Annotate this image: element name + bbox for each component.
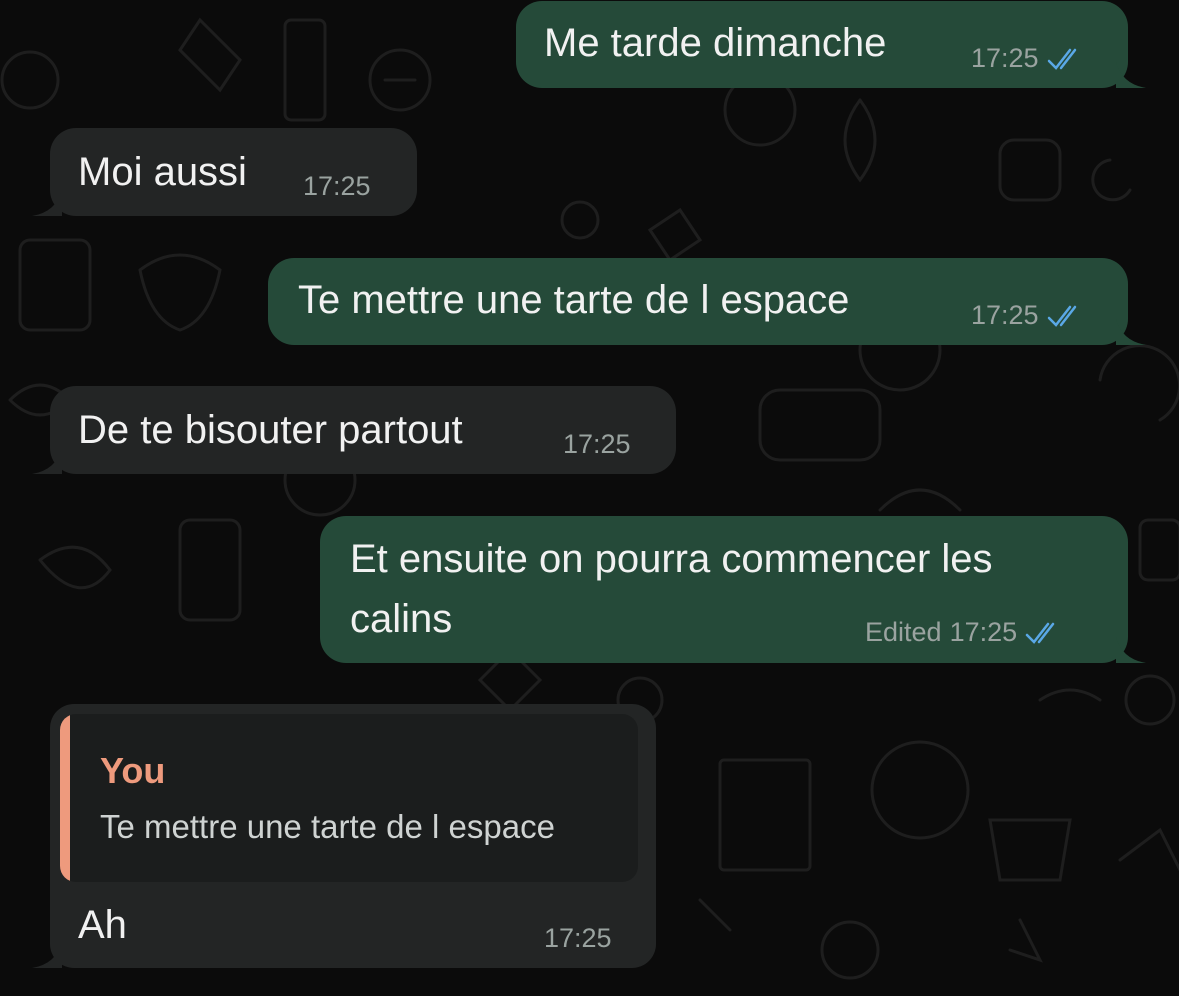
quote-accent-bar [60,714,70,882]
message-meta: 17:25 [303,171,371,202]
outgoing-message[interactable]: Et ensuite on pourra commencer les calin… [320,516,1146,663]
message-meta: 17:25 [971,300,1089,331]
bubble-tail [32,190,62,216]
bubble-tail [32,942,62,968]
outgoing-message[interactable]: Me tarde dimanche 17:25 [516,1,1146,88]
message-time: 17:25 [303,171,371,201]
message-meta: Edited 17:25 [865,617,1067,648]
incoming-reply-message[interactable]: You Te mettre une tarte de l espace Ah 1… [32,704,656,968]
read-receipt-icon [1047,305,1076,327]
bubble-tail [1116,62,1146,88]
message-time: 17:25 [949,617,1018,647]
message-time: 17:25 [563,429,631,459]
message-meta: 17:25 [971,43,1089,74]
message-text: De te bisouter partout [78,408,463,452]
message-meta: 17:25 [544,923,612,954]
message-text: Te mettre une tarte de l espace [298,278,850,322]
message-meta: 17:25 [563,429,631,460]
bubble-tail [1116,319,1146,345]
message-text: Ah [78,903,127,947]
read-receipt-icon [1047,48,1076,70]
bubble-tail [32,448,62,474]
message-text-line-1: Et ensuite on pourra commencer les [350,537,993,581]
message-time: 17:25 [971,43,1039,73]
message-text-line-2: calins [350,597,453,641]
edited-label: Edited [865,617,942,647]
incoming-message[interactable]: Moi aussi 17:25 [32,128,417,216]
message-time: 17:25 [971,300,1039,330]
incoming-message[interactable]: De te bisouter partout 17:25 [32,386,676,474]
message-text: Me tarde dimanche [544,21,887,65]
message-time: 17:25 [544,923,612,953]
bubble-tail [1116,637,1146,663]
message-text: Moi aussi [78,150,247,194]
outgoing-message[interactable]: Te mettre une tarte de l espace 17:25 [268,258,1146,345]
read-receipt-icon [1025,622,1055,644]
quote-author: You [100,750,166,791]
quote-text: Te mettre une tarte de l espace [100,808,555,845]
quoted-reply[interactable]: You Te mettre une tarte de l espace [60,714,638,882]
